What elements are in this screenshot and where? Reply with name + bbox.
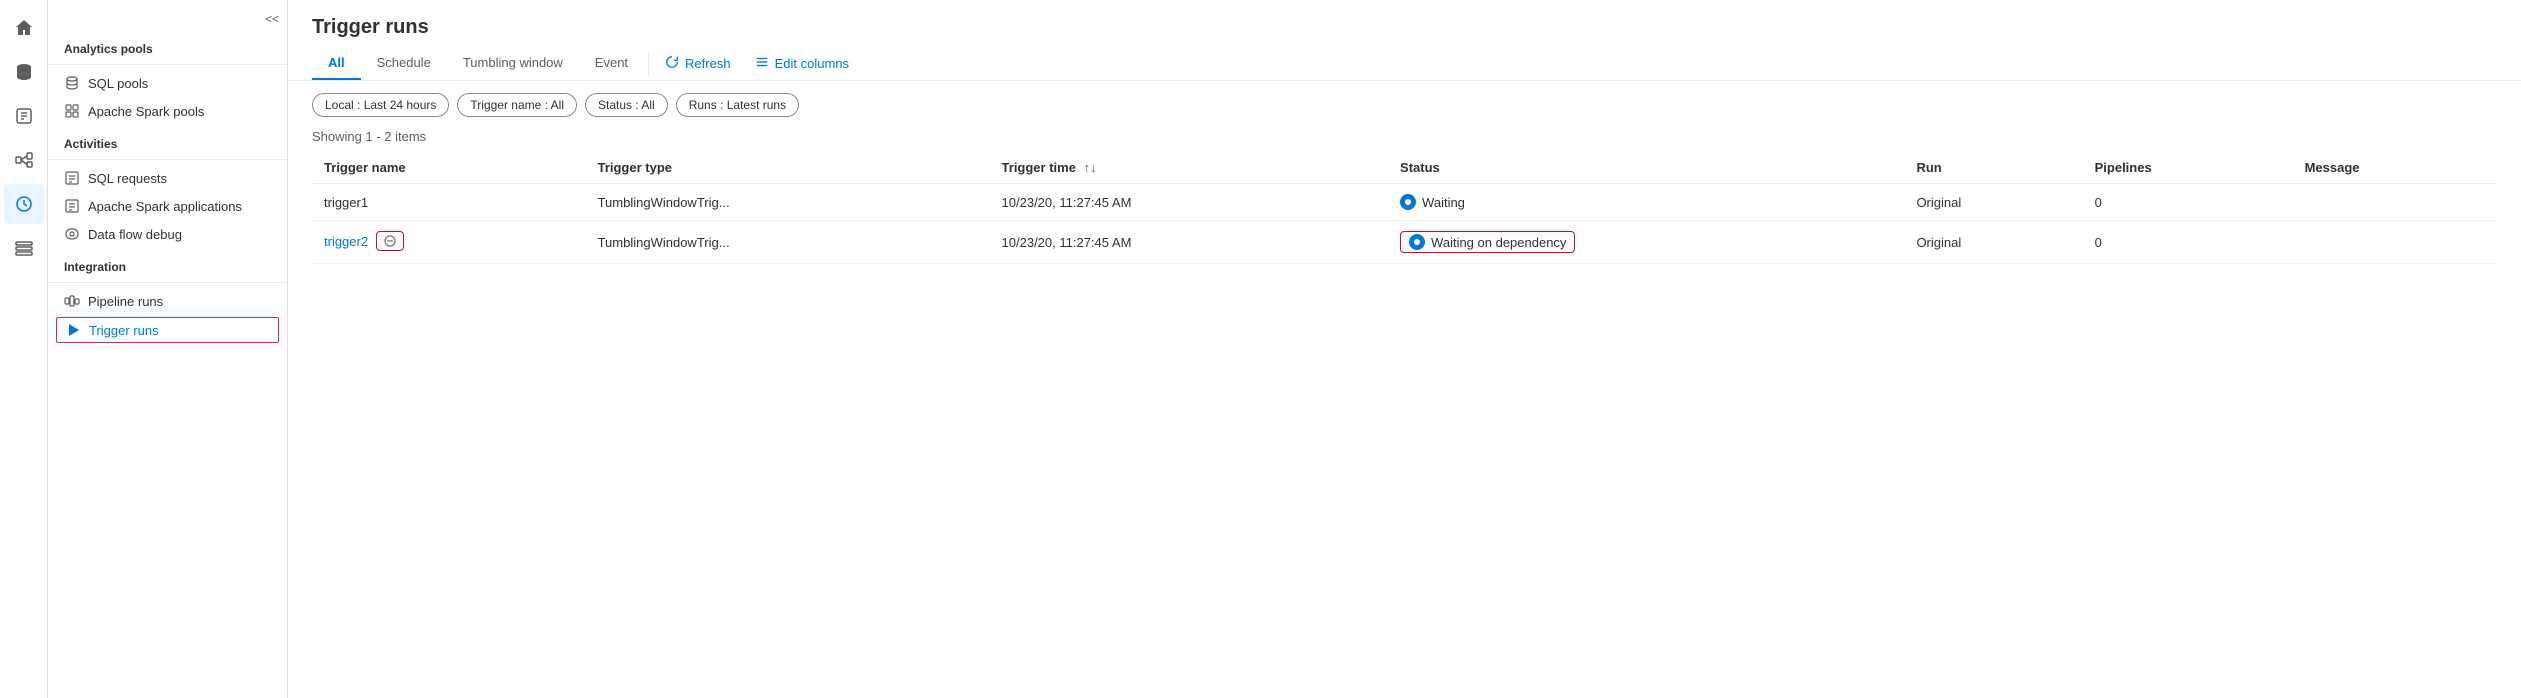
filter-status-pill[interactable]: Status : All [585,93,668,117]
monitor-nav-icon[interactable] [4,184,44,224]
integrate-nav-icon[interactable] [4,140,44,180]
showing-count: Showing 1 - 2 items [288,129,2521,152]
integration-section-label: Integration [48,248,287,278]
row2-message [2293,221,2497,264]
trigger-runs-icon [65,322,81,338]
filters-row: Local : Last 24 hours Trigger name : All… [288,81,2521,129]
row1-run: Original [1904,184,2082,221]
col-run: Run [1904,152,2082,184]
page-title: Trigger runs [288,0,2521,47]
trigger-runs-label: Trigger runs [89,323,159,338]
trigger-time-sort-icon[interactable]: ↑↓ [1084,160,1097,175]
row1-status-label: Waiting [1422,195,1465,210]
col-message: Message [2293,152,2497,184]
row2-pipelines: 0 [2083,221,2293,264]
home-nav-icon[interactable] [4,8,44,48]
refresh-button[interactable]: Refresh [653,49,743,78]
apache-spark-pools-label: Apache Spark pools [88,104,204,119]
row1-status: Waiting [1388,184,1904,221]
sql-requests-label: SQL requests [88,171,167,186]
main-content: Trigger runs All Schedule Tumbling windo… [288,0,2521,698]
refresh-icon [665,55,679,72]
row1-status-icon [1400,194,1416,210]
tab-event[interactable]: Event [579,47,644,80]
row2-trigger-name-link[interactable]: trigger2 [324,234,368,249]
row2-status-icon [1409,234,1425,250]
row1-trigger-time: 10/23/20, 11:27:45 AM [990,184,1389,221]
row2-status-label: Waiting on dependency [1431,235,1566,250]
sidebar: << Analytics pools SQL pools Apache Spar… [48,0,288,698]
activities-section-label: Activities [48,125,287,155]
sql-requests-icon [64,170,80,186]
table-row: trigger2 TumblingWindowTrig... 10/23/20,… [312,221,2497,264]
row2-trigger-time: 10/23/20, 11:27:45 AM [990,221,1389,264]
row2-cancel-icon[interactable] [376,231,404,251]
row2-trigger-name[interactable]: trigger2 [312,221,586,261]
sidebar-item-sql-pools[interactable]: SQL pools [48,69,287,97]
sidebar-item-sql-requests[interactable]: SQL requests [48,164,287,192]
edit-columns-label: Edit columns [775,56,849,71]
row1-message [2293,184,2497,221]
row1-pipelines: 0 [2083,184,2293,221]
col-status: Status [1388,152,1904,184]
row1-trigger-type: TumblingWindowTrig... [586,184,990,221]
sidebar-item-data-flow-debug[interactable]: Data flow debug [48,220,287,248]
data-flow-debug-label: Data flow debug [88,227,182,242]
sidebar-item-apache-spark-applications[interactable]: Apache Spark applications [48,192,287,220]
tab-tumbling-window[interactable]: Tumbling window [447,47,579,80]
edit-columns-icon [755,55,769,72]
filter-time-pill[interactable]: Local : Last 24 hours [312,93,449,117]
analytics-pools-section-label: Analytics pools [48,30,287,60]
apache-spark-applications-icon [64,198,80,214]
tabs-separator [648,52,649,76]
icon-bar [0,0,48,698]
sidebar-item-pipeline-runs[interactable]: Pipeline runs [48,287,287,315]
col-trigger-time: Trigger time ↑↓ [990,152,1389,184]
col-trigger-type: Trigger type [586,152,990,184]
tabs-bar: All Schedule Tumbling window Event Refre… [288,47,2521,81]
edit-columns-button[interactable]: Edit columns [743,49,861,78]
table-row: trigger1 TumblingWindowTrig... 10/23/20,… [312,184,2497,221]
apache-spark-applications-label: Apache Spark applications [88,199,242,214]
pipeline-runs-label: Pipeline runs [88,294,163,309]
develop-nav-icon[interactable] [4,96,44,136]
manage-nav-icon[interactable] [4,228,44,268]
sidebar-item-apache-spark-pools[interactable]: Apache Spark pools [48,97,287,125]
refresh-label: Refresh [685,56,731,71]
row2-status: Waiting on dependency [1388,221,1904,264]
row1-trigger-name: trigger1 [312,184,586,221]
sql-pools-icon [64,75,80,91]
sql-pools-label: SQL pools [88,76,148,91]
filter-trigger-name-pill[interactable]: Trigger name : All [457,93,577,117]
data-nav-icon[interactable] [4,52,44,92]
sidebar-item-trigger-runs[interactable]: Trigger runs [56,317,279,343]
row2-trigger-type: TumblingWindowTrig... [586,221,990,264]
apache-spark-pools-icon [64,103,80,119]
data-flow-debug-icon [64,226,80,242]
col-trigger-name: Trigger name [312,152,586,184]
sidebar-collapse-btn[interactable]: << [48,8,287,30]
tab-schedule[interactable]: Schedule [361,47,447,80]
col-pipelines: Pipelines [2083,152,2293,184]
tab-all[interactable]: All [312,47,361,80]
data-table: Trigger name Trigger type Trigger time ↑… [288,152,2521,264]
filter-runs-pill[interactable]: Runs : Latest runs [676,93,799,117]
row2-run: Original [1904,221,2082,264]
pipeline-runs-icon [64,293,80,309]
